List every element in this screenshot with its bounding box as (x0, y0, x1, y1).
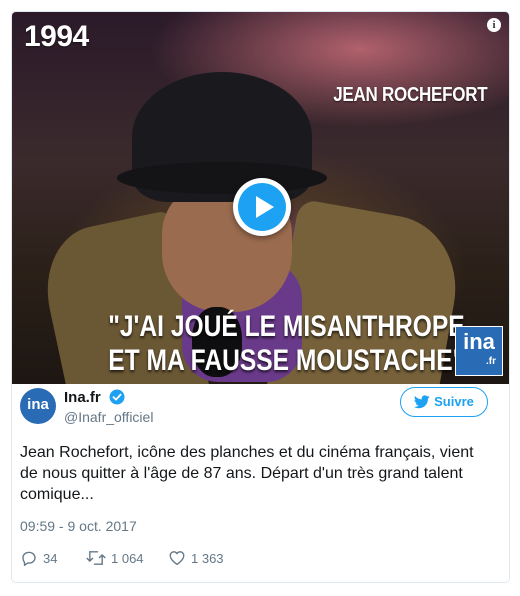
twitter-bird-icon (413, 395, 430, 409)
heart-icon (169, 551, 185, 566)
avatar[interactable]: ina (20, 388, 56, 424)
play-icon (238, 183, 286, 231)
reply-count: 34 (43, 551, 58, 566)
retweet-action[interactable]: 1 064 (86, 549, 144, 569)
video-year-caption: 1994 (24, 20, 89, 53)
retweet-count: 1 064 (111, 551, 144, 566)
follow-button-label: Suivre (434, 394, 474, 409)
quote-line-1: "J'AI JOUÉ LE MISANTHROPE (108, 310, 465, 343)
like-count: 1 363 (191, 551, 224, 566)
ina-logo: ina .fr (455, 326, 503, 376)
author-display-name[interactable]: Ina.fr (64, 389, 101, 406)
ina-logo-text: ina (463, 329, 495, 354)
verified-badge-icon (109, 389, 125, 405)
tweet-text: Jean Rochefort, icône des planches et du… (20, 444, 474, 503)
tweet-timestamp[interactable]: 09:59 - 9 oct. 2017 (20, 518, 137, 534)
reply-icon (22, 551, 36, 566)
video-name-caption: JEAN ROCHEFORT (332, 84, 487, 106)
tweet-author-header: ina Ina.fr @Inafr_officiel Suivre (20, 385, 488, 429)
author-handle[interactable]: @Inafr_officiel (64, 409, 153, 425)
info-icon[interactable]: i (487, 18, 501, 32)
ina-logo-suffix: .fr (486, 356, 496, 367)
avatar-text: ina (27, 396, 49, 413)
hat-brim-shape (117, 162, 327, 194)
video-quote-caption: "J'AI JOUÉ LE MISANTHROPE ET MA FAUSSE M… (74, 310, 465, 378)
follow-button[interactable]: Suivre (400, 387, 488, 417)
quote-line-2: ET MA FAUSSE MOUSTACHE" (108, 344, 465, 377)
play-button[interactable] (233, 178, 291, 236)
video-thumbnail[interactable]: 1994 i JEAN ROCHEFORT "J'AI JOUÉ LE MISA… (12, 12, 509, 384)
like-action[interactable]: 1 363 (168, 549, 224, 569)
retweet-icon (86, 551, 106, 565)
reply-action[interactable]: 34 (20, 549, 57, 569)
